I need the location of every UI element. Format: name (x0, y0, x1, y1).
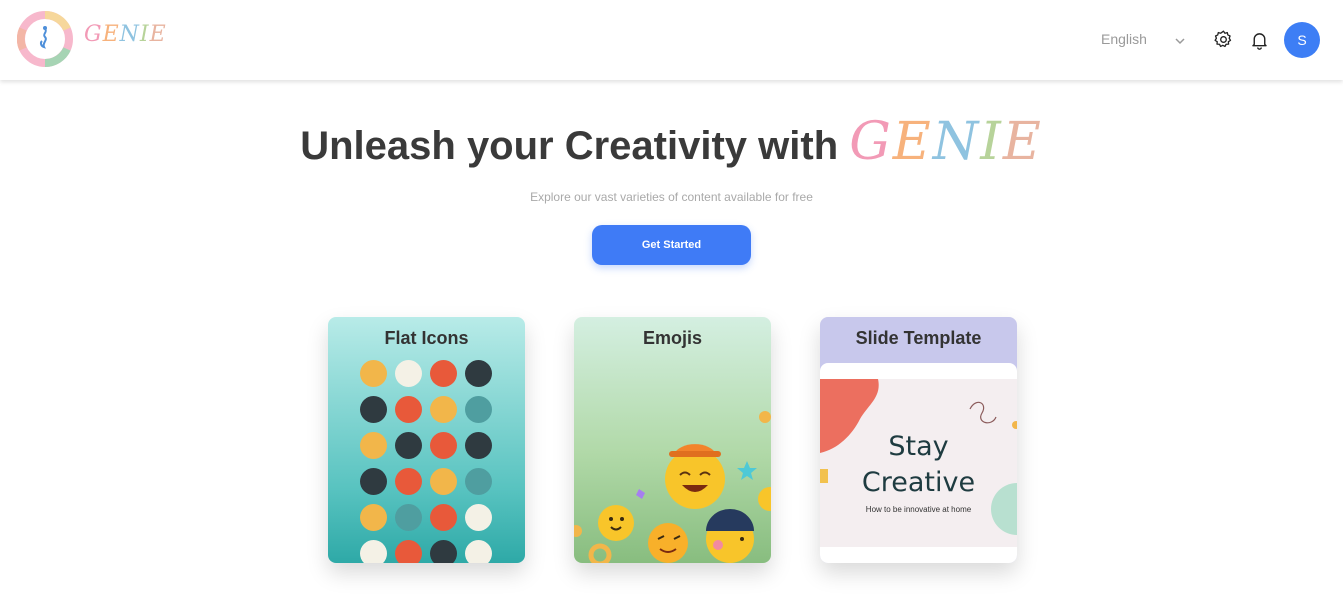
slide-heading-line-2: Creative (861, 467, 976, 498)
id-card-icon (465, 468, 492, 495)
brand-letter: E (102, 22, 120, 47)
language-select[interactable]: English (1101, 31, 1147, 47)
card-title: Flat Icons (384, 328, 469, 348)
telephone-icon (430, 432, 457, 459)
clipboard-icon (465, 432, 492, 459)
hero-brand-letter: I (980, 112, 1003, 172)
brand-name[interactable]: GENIE (84, 22, 167, 47)
briefcase-icon (430, 540, 457, 563)
laptop-icon (360, 396, 387, 423)
emojis-preview (574, 411, 771, 563)
emojis-card[interactable]: Emojis (574, 317, 771, 563)
bell-icon[interactable] (1249, 29, 1270, 51)
hero-title: Unleash your Creativity with GENIE (0, 112, 1343, 172)
hero-title-brand: GENIE (849, 112, 1043, 172)
brand-letter: N (119, 22, 140, 47)
package-icon (430, 504, 457, 531)
card-title: Slide Template (855, 328, 982, 348)
target-icon (465, 540, 492, 563)
hero-brand-letter: G (849, 112, 893, 172)
top-navbar: GENIE English S (0, 0, 1343, 80)
gear-icon[interactable] (1213, 29, 1234, 50)
helmet-icon (430, 396, 457, 423)
chevron-down-icon[interactable] (1173, 34, 1187, 48)
calendar-icon (430, 468, 457, 495)
slide-template-card[interactable]: Slide Template Stay Creative How to be i… (820, 317, 1017, 563)
phone-icon (465, 396, 492, 423)
medkit-icon (360, 540, 387, 563)
slide-decoration (820, 379, 1017, 535)
typewriter-icon (395, 432, 422, 459)
books-icon (395, 360, 422, 387)
slide-preview-canvas: Stay Creative How to be innovative at ho… (820, 379, 1017, 547)
monitor-icon (360, 432, 387, 459)
printer-icon (395, 468, 422, 495)
fax-icon (465, 504, 492, 531)
genie-logo[interactable] (17, 11, 73, 67)
slide-preview: Stay Creative How to be innovative at ho… (820, 363, 1017, 563)
plant-icon (465, 360, 492, 387)
pdf-icon (360, 468, 387, 495)
box-icon (430, 360, 457, 387)
brand-letter: E (149, 22, 167, 47)
hero-subtitle: Explore our vast varieties of content av… (530, 190, 813, 204)
get-started-button[interactable]: Get Started (592, 225, 751, 265)
beer-icon (395, 504, 422, 531)
hero-brand-letter: N (932, 112, 981, 172)
hero-brand-letter: E (892, 112, 933, 172)
brand-letter: G (84, 22, 103, 47)
flat-icons-card[interactable]: Flat Icons (328, 317, 525, 563)
hero-title-text: Unleash your Creativity with (300, 124, 850, 168)
calculator-icon (395, 540, 422, 563)
slide-subheading: How to be innovative at home (865, 505, 972, 514)
tools-icon (395, 396, 422, 423)
plate-icon (360, 504, 387, 531)
rugby-icon (360, 360, 387, 387)
brand-letter: I (139, 22, 150, 47)
user-avatar[interactable]: S (1284, 22, 1320, 58)
slide-heading-line-1: Stay (888, 431, 949, 462)
hero-brand-letter: E (1002, 112, 1043, 172)
